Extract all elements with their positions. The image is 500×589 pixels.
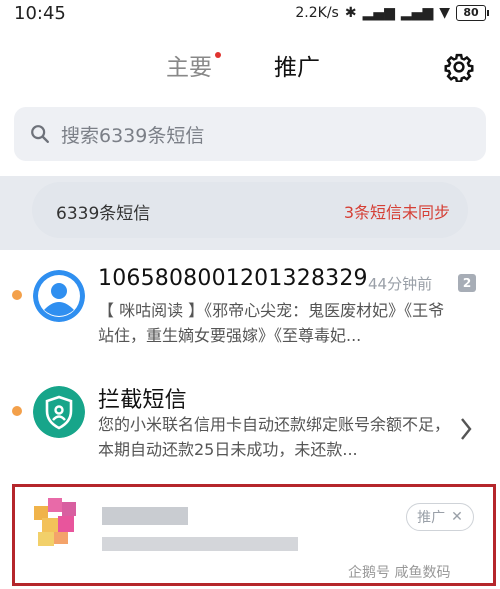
contact-avatar-icon <box>33 270 85 322</box>
status-icons: 2.2K/s ✱ ▂▄▆ ▂▄▆ ▼ 80 <box>295 5 489 21</box>
signal-icon: ▂▄▆ <box>362 5 395 21</box>
message-row-2[interactable]: 拦截短信 您的小米联名信用卡自动还款绑定账号余额不足，本期自动还款25日未成功，… <box>0 378 500 478</box>
message-count-badge: 2 <box>458 274 476 292</box>
blurred-sender <box>102 507 188 525</box>
search-input[interactable]: 搜索6339条短信 <box>14 107 486 161</box>
signal-icon-2: ▂▄▆ <box>400 5 434 21</box>
sender-name: 10658080012013283​29 <box>98 266 368 291</box>
sender-name: 拦截短信 <box>98 388 187 413</box>
new-indicator-dot <box>215 52 221 58</box>
tab-main[interactable]: 主要 <box>166 48 221 82</box>
tab-main-label: 主要 <box>166 55 212 81</box>
settings-gear-icon[interactable] <box>444 52 474 82</box>
chevron-right-icon[interactable] <box>458 416 474 442</box>
search-placeholder: 搜索6339条短信 <box>61 124 205 147</box>
message-time: 44分钟前 <box>368 275 433 293</box>
sync-warning[interactable]: 3条短信未同步 <box>344 199 450 223</box>
wifi-icon: ▼ <box>439 5 450 21</box>
message-preview: 【 咪咕阅读 】《邪帝心尖宠：鬼医废材妃》《王爷站住，重生嫡女要强嫁》《至尊毒妃… <box>98 301 445 345</box>
sync-message-count: 6339条短信 <box>56 204 151 224</box>
message-preview: 您的小米联名信用卡自动还款绑定账号余额不足，本期自动还款25日未成功，未还款..… <box>98 415 451 459</box>
tab-promo[interactable]: 推广 <box>274 48 320 82</box>
battery-icon: 80 <box>456 5 489 21</box>
promo-tag-label: 推广 <box>417 510 446 526</box>
blurred-preview <box>102 537 298 551</box>
watermark: 企鹅号 咸鱼数码 <box>348 565 451 581</box>
unread-dot <box>12 406 22 416</box>
status-bar: 10:45 2.2K/s ✱ ▂▄▆ ▂▄▆ ▼ 80 <box>0 0 500 30</box>
blocked-shield-icon <box>33 386 85 438</box>
close-icon[interactable]: ✕ <box>451 509 463 525</box>
bluetooth-icon: ✱ <box>344 5 357 21</box>
blurred-avatar <box>34 498 76 546</box>
tab-bar: 主要 推广 <box>0 48 500 88</box>
status-time: 10:45 <box>14 3 66 24</box>
network-speed: 2.2K/s <box>295 5 339 21</box>
search-icon <box>31 125 49 143</box>
promo-tag[interactable]: 推广 ✕ <box>406 503 474 531</box>
unread-dot <box>12 290 22 300</box>
message-row-1[interactable]: 10658080012013283​29 44分钟前 2 【 咪咕阅读 】《邪帝… <box>0 260 500 360</box>
